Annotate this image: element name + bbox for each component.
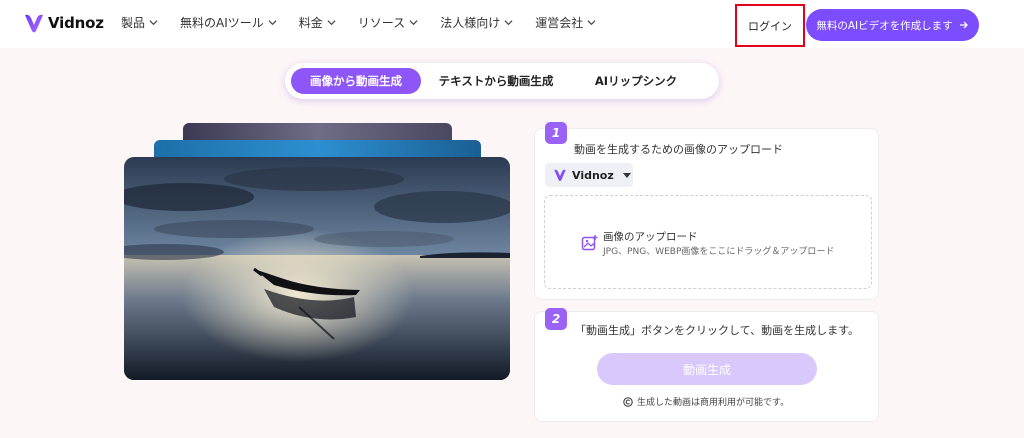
nav-company[interactable]: 運営会社 <box>535 14 596 31</box>
chevron-down-icon <box>268 20 277 26</box>
mode-tabs: 画像から動画生成 テキストから動画生成 AIリップシンク <box>285 63 719 99</box>
chevron-down-icon <box>327 20 336 26</box>
nav-label: 法人様向け <box>440 16 501 30</box>
nav-products[interactable]: 製品 <box>121 14 158 31</box>
main-nav: 製品 無料のAIツール 料金 リソース 法人様向け 運営会社 <box>121 14 596 31</box>
create-free-ai-video-button[interactable]: 無料のAIビデオを作成します <box>806 9 979 41</box>
nav-label: 運営会社 <box>535 16 584 30</box>
arrow-right-icon <box>959 21 968 29</box>
top-header: Vidnoz 製品 無料のAIツール 料金 リソース 法人様向け 運営会社 ログ… <box>0 0 1024 48</box>
chevron-down-icon <box>587 20 596 26</box>
copyright-icon <box>623 396 633 407</box>
chevron-down-icon <box>504 20 513 26</box>
nav-label: 無料のAIツール <box>180 16 264 30</box>
step-1-badge: 1 <box>545 122 567 144</box>
nav-label: 料金 <box>298 16 323 30</box>
image-upload-dropzone[interactable]: 画像のアップロード JPG、PNG、WEBP画像をここにドラッグ＆アップロード <box>544 195 872 289</box>
commercial-use-note: 生成した動画は商用利用が可能です。 <box>623 395 789 408</box>
brand-select-dropdown[interactable]: Vidnoz <box>545 163 633 187</box>
sunset-boat-image <box>124 157 510 380</box>
vidnoz-logo-icon <box>25 14 43 33</box>
generate-video-button[interactable]: 動画生成 <box>597 353 817 385</box>
tab-text-to-video[interactable]: テキストから動画生成 <box>421 68 571 94</box>
select-value: Vidnoz <box>572 168 614 182</box>
vidnoz-logo-icon <box>554 169 566 182</box>
brand-logo[interactable]: Vidnoz <box>24 12 104 34</box>
cta-label: 無料のAIビデオを作成します <box>816 19 953 32</box>
upload-subtitle: JPG、PNG、WEBP画像をここにドラッグ＆アップロード <box>603 247 835 257</box>
brand-name: Vidnoz <box>48 14 104 32</box>
chevron-down-icon <box>149 20 158 26</box>
nav-free-ai-tools[interactable]: 無料のAIツール <box>180 14 277 31</box>
login-button[interactable]: ログイン <box>735 4 805 47</box>
nav-label: リソース <box>357 16 406 30</box>
caret-down-icon <box>622 172 631 178</box>
chevron-down-icon <box>409 20 418 26</box>
nav-pricing[interactable]: 料金 <box>299 14 336 31</box>
step-1-title: 動画を生成するための画像のアップロード <box>574 143 783 156</box>
step-2-title: 「動画生成」ボタンをクリックして、動画を生成します。 <box>575 324 860 337</box>
nav-resources[interactable]: リソース <box>358 14 418 31</box>
tab-ai-lipsync[interactable]: AIリップシンク <box>571 68 701 94</box>
nav-business[interactable]: 法人様向け <box>440 14 513 31</box>
preview-image <box>124 157 510 380</box>
step-2-badge: 2 <box>545 308 567 330</box>
nav-label: 製品 <box>121 16 146 30</box>
image-add-icon <box>581 235 598 251</box>
upload-title: 画像のアップロード <box>603 231 698 243</box>
note-text: 生成した動画は商用利用が可能です。 <box>637 398 790 408</box>
tab-image-to-video[interactable]: 画像から動画生成 <box>291 68 421 94</box>
